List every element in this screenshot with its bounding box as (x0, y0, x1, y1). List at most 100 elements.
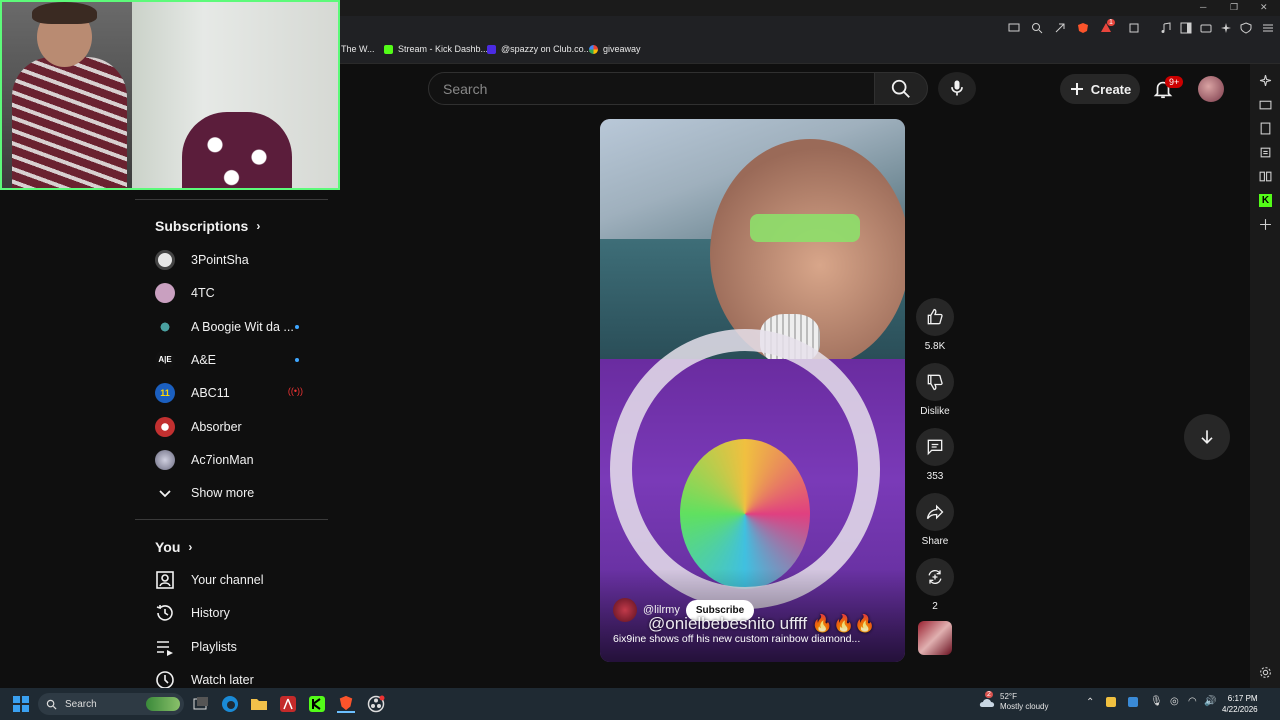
sidebar-item-label: A Boogie Wit da ... (191, 320, 294, 334)
search-highlight-icon (146, 697, 180, 711)
search-button[interactable] (874, 72, 928, 105)
chevron-right-icon: › (188, 540, 193, 554)
tray-chevron-up-icon[interactable]: ⌃ (1086, 697, 1094, 708)
share-button[interactable] (916, 493, 954, 531)
wifi-icon[interactable]: ◠ (1188, 696, 1197, 707)
bookmark-item[interactable]: Stream - Kick Dashb... (384, 44, 488, 54)
sidebar-item-3pointsha[interactable]: 3PointSha (155, 245, 325, 275)
sidebar-item-your-channel[interactable]: Your channel (155, 565, 325, 595)
avatar: A|E (155, 350, 175, 370)
share-icon (926, 504, 944, 520)
sidebar-item-ae[interactable]: A|E A&E (155, 345, 325, 375)
settings-icon[interactable] (1259, 666, 1272, 679)
bookmark-item[interactable]: giveaway (589, 44, 641, 54)
next-short-button[interactable] (1184, 414, 1230, 460)
obs-icon[interactable] (367, 695, 385, 713)
microphone-icon[interactable]: 🎙 (1150, 696, 1163, 707)
clock[interactable]: 6:17 PM 4/22/2026 (1222, 693, 1258, 715)
weather-icon: 2 (978, 691, 998, 712)
playlists-icon (157, 641, 173, 656)
comment-icon (927, 439, 943, 456)
history-panel-icon[interactable] (1259, 170, 1272, 183)
sidebar-item-4tc[interactable]: 4TC (155, 278, 325, 308)
sidebar-item-a-boogie[interactable]: A Boogie Wit da ... (155, 312, 325, 342)
network-icon[interactable]: ◎ (1170, 696, 1179, 707)
like-button[interactable] (916, 298, 954, 336)
dislike-button[interactable] (916, 363, 954, 401)
menu-icon[interactable] (1262, 22, 1274, 34)
search-input[interactable] (443, 81, 863, 97)
short-video-player[interactable] (600, 119, 905, 662)
beanie-hat (182, 112, 292, 188)
avatar (155, 417, 175, 437)
acrobat-icon[interactable] (279, 695, 297, 713)
account-avatar[interactable] (1198, 76, 1224, 102)
divider (135, 519, 328, 520)
sidebar-item-history[interactable]: History (155, 598, 325, 628)
windows-taskbar: Search 2 52°F Mostly cloudy ⌃ 🎙 ◎ ◠ 🔊 6:… (0, 688, 1280, 720)
cast-icon[interactable] (1008, 22, 1020, 34)
sidebar-item-absorber[interactable]: Absorber (155, 412, 325, 442)
taskbar-search[interactable]: Search (38, 693, 184, 715)
bookmark-item[interactable]: The W... (341, 44, 375, 54)
comments-button[interactable] (916, 428, 954, 466)
bookmark-item[interactable]: @spazzy on Club.co... (487, 44, 591, 54)
tray-app-icon[interactable] (1106, 697, 1116, 707)
google-icon (589, 44, 598, 54)
brave-icon[interactable] (337, 695, 355, 713)
windows-start-icon[interactable] (12, 695, 30, 713)
extensions-icon[interactable] (1128, 22, 1140, 34)
reading-list-icon[interactable] (1259, 146, 1272, 159)
subscriptions-heading[interactable]: Subscriptions › (155, 218, 260, 234)
sidebar-item-label: Your channel (191, 573, 264, 587)
tray-app-icon[interactable] (1128, 697, 1138, 707)
file-explorer-icon[interactable] (250, 695, 268, 713)
restore-button[interactable]: ❐ (1230, 2, 1238, 13)
brave-shield-icon[interactable] (1077, 22, 1089, 34)
short-title[interactable]: 6ix9ine shows off his new custom rainbow… (613, 633, 860, 645)
sidebar-toggle-icon[interactable] (1180, 22, 1192, 34)
leo-icon[interactable] (1220, 22, 1232, 34)
search-box (428, 72, 876, 105)
task-view-icon[interactable] (192, 695, 210, 713)
minimize-button[interactable]: ─ (1200, 2, 1206, 12)
voice-search-button[interactable] (938, 72, 976, 105)
remix-button[interactable] (916, 558, 954, 596)
you-heading[interactable]: You › (155, 539, 192, 555)
club-icon (487, 44, 496, 54)
sidebar-item-ac7ionman[interactable]: Ac7ionMan (155, 445, 325, 475)
edge-icon[interactable] (221, 695, 239, 713)
comment-count: 353 (926, 471, 944, 482)
create-button[interactable]: Create (1060, 74, 1140, 104)
create-label: Create (1090, 81, 1132, 97)
sidebar-item-label: 3PointSha (191, 253, 249, 267)
leo-icon[interactable] (1259, 74, 1272, 87)
add-panel-icon[interactable] (1259, 218, 1272, 231)
like-count: 5.8K (924, 341, 946, 352)
show-more-label: Show more (191, 486, 255, 500)
kick-icon[interactable] (308, 695, 326, 713)
zoom-icon[interactable] (1031, 22, 1043, 34)
sidebar-item-playlists[interactable]: Playlists (155, 632, 325, 662)
close-window-button[interactable]: ✕ (1260, 2, 1268, 13)
media-icon[interactable] (1160, 22, 1172, 34)
weather-widget[interactable]: 52°F Mostly cloudy (1000, 692, 1048, 712)
person-hair (32, 2, 97, 24)
channel-avatar[interactable] (613, 598, 637, 622)
thumbs-down-icon (927, 374, 943, 391)
bookmarks-icon[interactable] (1259, 122, 1272, 135)
vpn-icon[interactable] (1240, 22, 1252, 34)
show-more-button[interactable]: Show more (155, 478, 325, 508)
temperature: 52°F (1000, 692, 1017, 701)
share-page-icon[interactable] (1054, 22, 1066, 34)
person-box-icon (156, 571, 174, 589)
volume-icon[interactable]: 🔊 (1204, 696, 1216, 707)
sound-thumbnail[interactable] (918, 621, 952, 655)
wallet-icon[interactable] (1200, 22, 1212, 34)
new-content-dot (295, 358, 299, 362)
sidebar-item-abc11[interactable]: 11 ABC11 ((•)) (155, 378, 325, 408)
chevron-down-icon (159, 490, 171, 498)
webcam-overlay (0, 0, 340, 190)
tv-icon[interactable] (1259, 98, 1272, 111)
kick-icon[interactable]: K (1259, 194, 1272, 207)
